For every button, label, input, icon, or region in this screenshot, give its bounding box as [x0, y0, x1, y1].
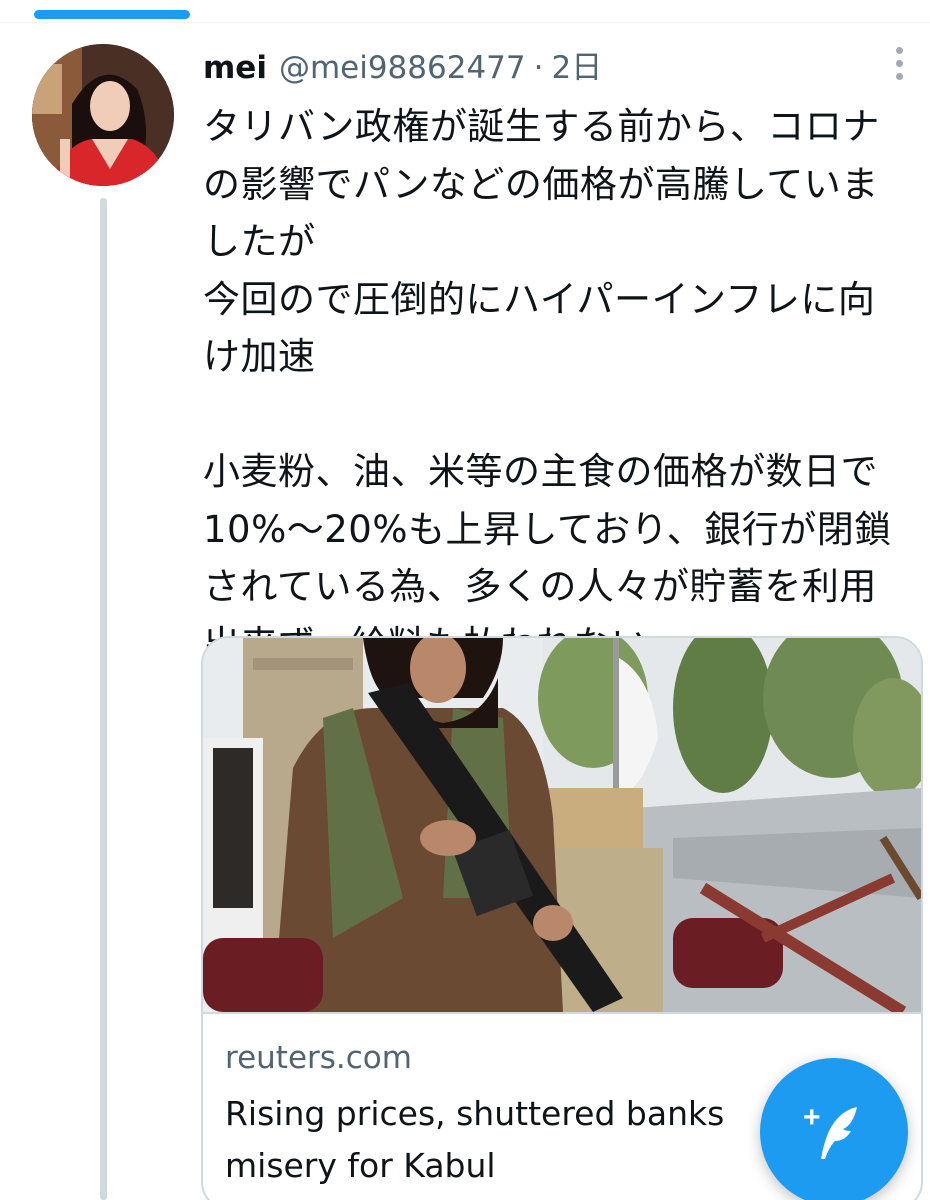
thread-connector-line — [100, 198, 107, 1200]
tweet-text: タリバン政権が誕生する前から、コロナ の影響でパンなどの価格が高騰していま した… — [203, 98, 918, 673]
tweet-thread-view: mei @mei98862477 · 2日 タリバン政権が誕生する前から、コロナ… — [0, 0, 930, 1200]
avatar[interactable] — [32, 44, 174, 186]
card-title: Rising prices, shuttered banks misery fo… — [225, 1088, 765, 1192]
display-name[interactable]: mei — [203, 40, 267, 96]
avatar-photo — [32, 44, 174, 186]
tweet-header: mei @mei98862477 · 2日 — [203, 40, 602, 96]
card-image — [203, 638, 921, 1014]
compose-plus-glyph: + — [803, 1101, 821, 1134]
news-photo — [203, 638, 921, 1012]
compose-tweet-button[interactable]: + — [760, 1058, 908, 1200]
separator-dot: · — [533, 50, 544, 86]
tab-indicator — [34, 10, 190, 19]
top-divider — [0, 22, 930, 23]
tweet-timestamp[interactable]: 2日 — [551, 40, 602, 96]
user-handle[interactable]: @mei98862477 — [279, 40, 526, 96]
card-title-line-1: Rising prices, shuttered banks — [225, 1094, 725, 1133]
more-options-button[interactable] — [880, 44, 918, 82]
more-horizontal-icon — [895, 46, 903, 80]
compose-tweet-icon: + — [803, 1101, 857, 1159]
card-title-line-2: misery for Kabul — [225, 1146, 496, 1185]
tweet-paragraph-1: タリバン政権が誕生する前から、コロナ の影響でパンなどの価格が高騰していま した… — [203, 105, 880, 378]
